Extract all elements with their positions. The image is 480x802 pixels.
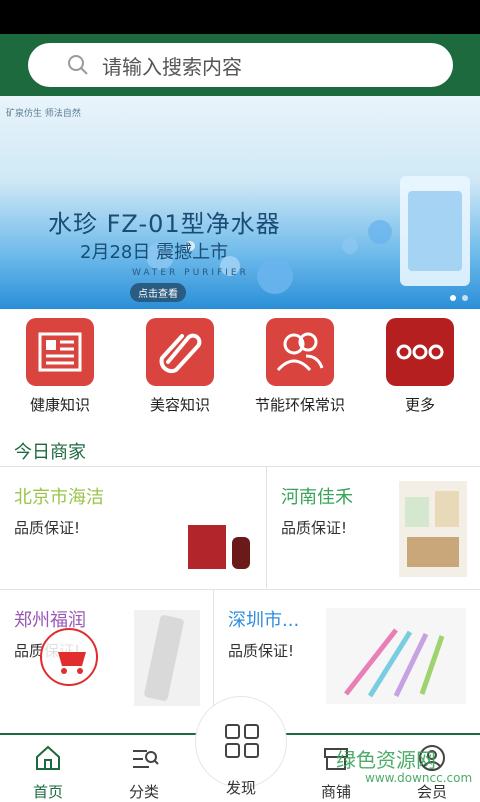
merchant-slogan: 品质保证! xyxy=(228,642,295,660)
tab-home[interactable]: 首页 xyxy=(0,743,96,802)
search-placeholder: 请输入搜索内容 xyxy=(102,54,242,79)
category-icon xyxy=(133,750,159,768)
banner-tagline: 矿泉仿生 师法自然 xyxy=(6,109,81,119)
grid-icon xyxy=(225,724,259,758)
banner-cta-button[interactable]: 点击查看 xyxy=(130,283,186,302)
status-bar xyxy=(0,0,480,34)
banner-title: 水珍 FZ-01型净水器 xyxy=(48,210,281,238)
watermark-text: 绿色资源网 xyxy=(336,748,436,772)
more-dots-icon xyxy=(386,318,454,386)
carousel-dot[interactable] xyxy=(450,295,456,301)
tab-label: 发现 xyxy=(225,779,256,797)
carousel-dots xyxy=(450,295,468,301)
category-row: 健康知识 美容知识 节能环保常识 更多 xyxy=(0,310,480,418)
merchant-slogan: 品质保证! xyxy=(14,519,81,537)
category-label: 健康知识 xyxy=(29,396,90,414)
banner-subtitle: 2月28日 震撼上市 xyxy=(80,242,229,263)
category-health[interactable]: 健康知识 xyxy=(0,310,120,418)
paperclip-icon xyxy=(146,318,214,386)
cart-icon xyxy=(58,652,86,674)
product-image xyxy=(399,481,467,577)
category-label: 更多 xyxy=(404,396,435,414)
product-image xyxy=(326,608,466,704)
section-title: 今日商家 xyxy=(14,442,86,463)
tab-label: 分类 xyxy=(128,783,159,801)
cart-float-button[interactable] xyxy=(40,628,98,686)
carousel-dot[interactable] xyxy=(462,295,468,301)
merchant-name: 河南佳禾 xyxy=(281,487,353,508)
newspaper-icon xyxy=(26,318,94,386)
banner-english: WATER PURIFIER xyxy=(132,268,249,278)
merchant-name: 北京市海洁 xyxy=(14,487,104,508)
tab-label: 首页 xyxy=(32,783,63,801)
search-input[interactable]: 请输入搜索内容 xyxy=(28,43,453,87)
promo-banner[interactable]: 矿泉仿生 师法自然 水珍 FZ-01型净水器 2月28日 震撼上市 WATER … xyxy=(0,96,480,309)
category-more[interactable]: 更多 xyxy=(360,310,480,418)
category-label: 美容知识 xyxy=(149,396,210,414)
merchant-card[interactable]: 北京市海洁 品质保证! xyxy=(0,466,266,588)
category-beauty[interactable]: 美容知识 xyxy=(120,310,240,418)
merchant-slogan: 品质保证! xyxy=(281,519,348,537)
watermark-url: www.downcc.com xyxy=(365,771,473,785)
merchant-card[interactable]: 郑州福润 品质保证! xyxy=(0,589,213,729)
tab-category[interactable]: 分类 xyxy=(96,743,192,802)
product-image xyxy=(134,610,200,706)
merchant-name: 深圳市... xyxy=(228,610,300,631)
category-label: 节能环保常识 xyxy=(254,396,345,414)
people-icon xyxy=(266,318,334,386)
search-icon xyxy=(68,55,88,75)
home-icon xyxy=(36,745,60,770)
merchant-card[interactable]: 河南佳禾 品质保证! xyxy=(267,466,480,588)
tab-discover[interactable]: 发现 xyxy=(195,696,287,797)
product-image xyxy=(188,525,250,569)
category-eco[interactable]: 节能环保常识 xyxy=(240,310,360,418)
